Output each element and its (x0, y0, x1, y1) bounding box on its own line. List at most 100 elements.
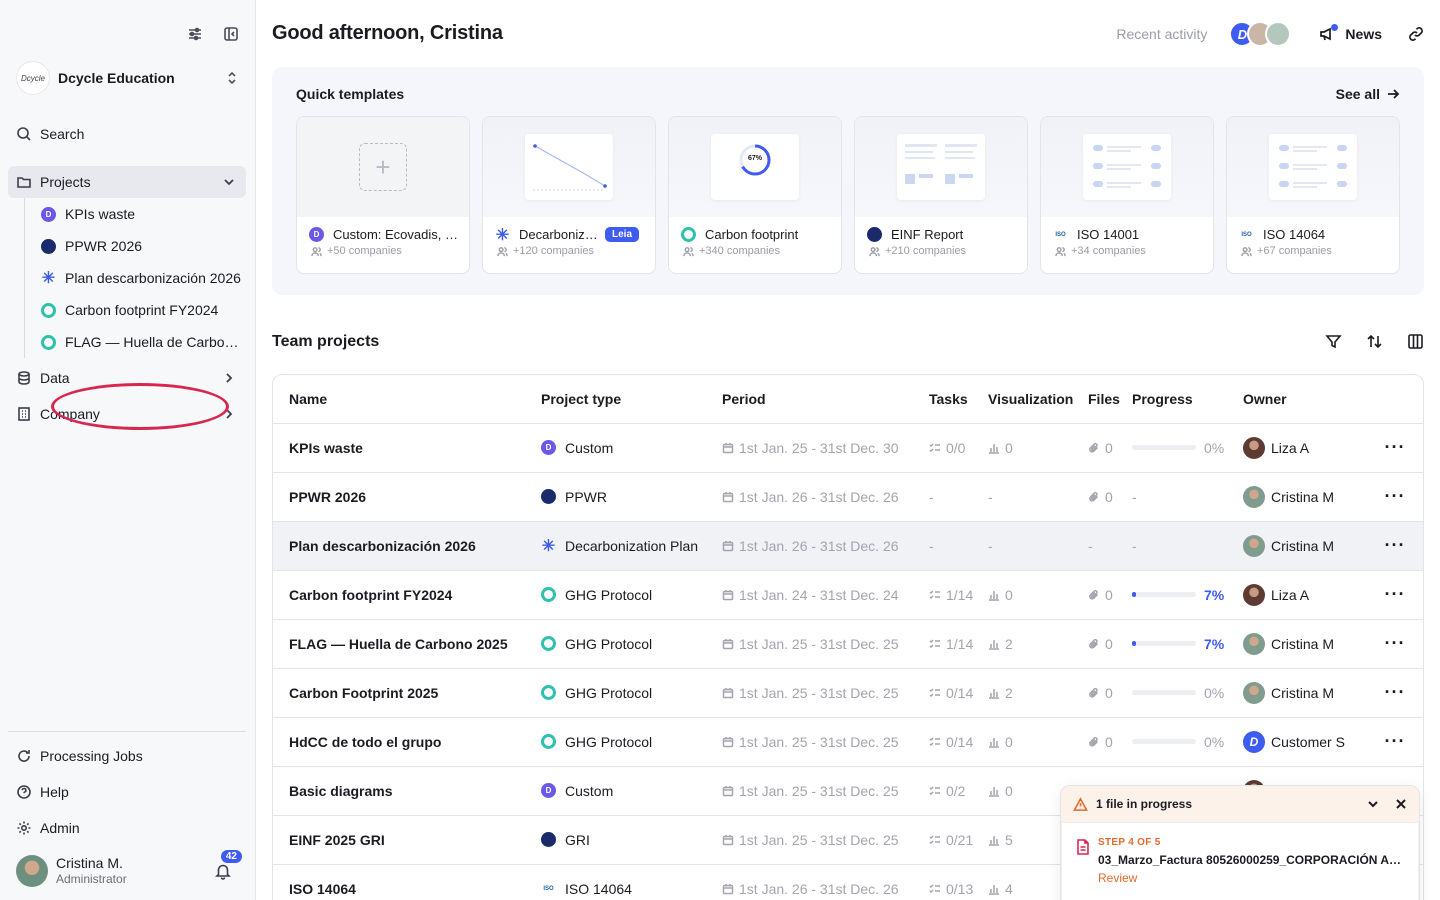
paperclip-icon (1089, 442, 1099, 453)
sidebar-project-plan[interactable]: ✳ Plan descarbonización 2026 (25, 262, 244, 294)
progress-cell: 0% (1132, 717, 1242, 767)
sidebar-project-ppwr[interactable]: PPWR 2026 (25, 230, 244, 262)
paperclip-icon (1089, 589, 1099, 600)
progress-cell: - (1132, 472, 1242, 522)
template-card-decarbonization[interactable]: ✳ Decarbonization Plan Leia +120 companies (482, 116, 656, 274)
column-header-type[interactable]: Project type (525, 375, 706, 424)
close-icon[interactable] (1395, 798, 1407, 810)
row-menu-button[interactable]: ··· (1367, 423, 1423, 473)
project-name[interactable]: KPIs waste (273, 423, 525, 473)
template-card-iso-14064[interactable]: ISO ISO 14064 +67 companies (1226, 116, 1400, 274)
template-name: Custom: Ecovadis, GRI... (333, 227, 461, 242)
table-row[interactable]: Carbon Footprint 2025 GHG Protocol 1st Jan… (273, 668, 1423, 718)
row-menu-button[interactable]: ··· (1367, 521, 1423, 571)
project-type-cell: PPWR (525, 472, 706, 522)
users-icon (1241, 246, 1252, 256)
owner-name: Customer S (1271, 733, 1345, 750)
column-header-files[interactable]: Files (1084, 375, 1132, 424)
progress-value: - (1132, 537, 1137, 554)
row-menu-button[interactable]: ··· (1367, 717, 1423, 767)
column-header-tasks[interactable]: Tasks (913, 375, 980, 424)
project-name[interactable]: EINF 2025 GRI (273, 815, 525, 865)
project-name[interactable]: Basic diagrams (273, 766, 525, 816)
tasks-cell: 1/14 (913, 619, 980, 669)
project-name[interactable]: FLAG — Huella de Carbono 2025 (273, 619, 525, 669)
visualizations: 2 (1005, 684, 1013, 701)
row-menu-button[interactable]: ··· (1367, 619, 1423, 669)
arrow-right-icon (1388, 89, 1400, 99)
bar-chart-icon (989, 884, 999, 895)
column-header-period[interactable]: Period (706, 375, 913, 424)
template-cards: + D Custom: Ecovadis, GRI... +50 companie… (296, 116, 1400, 274)
sidebar-search[interactable]: Search (8, 118, 246, 150)
processing-label: Processing Jobs (40, 748, 143, 764)
row-menu-button[interactable]: ··· (1367, 472, 1423, 522)
column-header-progress[interactable]: Progress (1132, 375, 1242, 424)
table-row[interactable]: FLAG — Huella de Carbono 2025 GHG Protoco… (273, 619, 1423, 669)
visualizations: - (988, 537, 993, 554)
column-header-visualization[interactable]: Visualization (980, 375, 1084, 424)
row-menu-button[interactable]: ··· (1367, 668, 1423, 718)
progress-value: - (1132, 488, 1137, 505)
sidebar-item-help[interactable]: Help (8, 776, 246, 808)
sidebar-item-admin[interactable]: Admin (8, 812, 246, 844)
progress-bar (1132, 445, 1196, 450)
ghg-type-icon (541, 734, 556, 749)
tasks-cell: 1/14 (913, 570, 980, 620)
template-card-carbon-footprint[interactable]: 67% Carbon footprint +340 companies (668, 116, 842, 274)
project-name[interactable]: PPWR 2026 (273, 472, 525, 522)
template-thumbnail (483, 117, 655, 217)
chevron-down-icon[interactable] (1367, 798, 1379, 810)
tasks-cell: 0/21 (913, 815, 980, 865)
project-name[interactable]: Plan descarbonización 2026 (273, 521, 525, 571)
template-card-iso-14001[interactable]: ISO ISO 14001 +34 companies (1040, 116, 1214, 274)
project-label: FLAG — Huella de Carbono 2025 (65, 334, 244, 350)
table-row[interactable]: HdCC de todo el grupo GHG Protocol 1st Jan… (273, 717, 1423, 767)
project-name[interactable]: HdCC de todo el grupo (273, 717, 525, 767)
calendar-icon (722, 638, 734, 649)
table-row[interactable]: PPWR 2026 PPWR 1st Jan. 26 - 31st Dec. 26 -… (273, 472, 1423, 522)
org-switcher[interactable]: Dcycle Dcycle Education (16, 60, 239, 96)
project-name[interactable]: Carbon footprint FY2024 (273, 570, 525, 620)
sort-icon[interactable] (1366, 333, 1383, 350)
table-row[interactable]: KPIs waste D Custom 1st Jan. 25 - 31st Dec.… (273, 423, 1423, 473)
column-header-owner[interactable]: Owner (1242, 375, 1367, 424)
org-name: Dcycle Education (58, 70, 175, 86)
row-menu-button[interactable]: ··· (1367, 570, 1423, 620)
sidebar-project-carbon-fy2024[interactable]: Carbon footprint FY2024 (25, 294, 244, 326)
user-profile[interactable]: Cristina M. Administrator 42 (16, 850, 248, 888)
calendar-icon (722, 589, 734, 600)
sidebar-project-flag[interactable]: FLAG — Huella de Carbono 2025 (25, 326, 244, 358)
upload-step: STEP 4 OF 5 (1098, 837, 1161, 848)
owner-avatar (1243, 681, 1265, 704)
sidebar-project-kpis-waste[interactable]: D KPIs waste (25, 198, 244, 230)
column-header-name[interactable]: Name (273, 375, 525, 424)
table-row[interactable]: Plan descarbonización 2026 ✳ Decarbonizati… (273, 521, 1423, 571)
table-row[interactable]: Carbon footprint FY2024 GHG Protocol 1st J… (273, 570, 1423, 620)
recent-activity-link[interactable]: Recent activity (1116, 26, 1207, 42)
project-label: KPIs waste (65, 206, 136, 222)
project-type: Decarbonization Plan (565, 537, 699, 554)
columns-icon[interactable] (1407, 333, 1424, 350)
tasks-cell: - (913, 472, 980, 522)
news-button[interactable]: News (1319, 24, 1382, 42)
filter-icon[interactable] (1325, 333, 1342, 350)
avatar (16, 855, 48, 887)
project-name[interactable]: Carbon Footprint 2025 (273, 668, 525, 718)
sidebar-item-processing-jobs[interactable]: Processing Jobs (8, 740, 246, 772)
review-link[interactable]: Review (1098, 871, 1137, 885)
period: 1st Jan. 26 - 31st Dec. 26 (739, 488, 899, 505)
line-chart-thumbnail (525, 134, 613, 200)
sliders-icon[interactable] (187, 26, 203, 42)
bar-chart-icon (989, 590, 999, 601)
collaborator-avatars[interactable]: D (1229, 21, 1292, 47)
bell-icon[interactable] (214, 862, 232, 880)
see-all-button[interactable]: See all (1336, 86, 1400, 102)
template-card-einf[interactable]: EINF Report +210 companies (854, 116, 1028, 274)
sidebar-item-projects[interactable]: Projects (8, 166, 246, 198)
project-name[interactable]: ISO 14064 (273, 864, 525, 900)
link-icon[interactable] (1408, 26, 1424, 42)
template-card-custom[interactable]: + D Custom: Ecovadis, GRI... +50 companie… (296, 116, 470, 274)
project-name-text: Basic diagrams (289, 782, 393, 799)
collapse-sidebar-icon[interactable] (223, 26, 239, 42)
